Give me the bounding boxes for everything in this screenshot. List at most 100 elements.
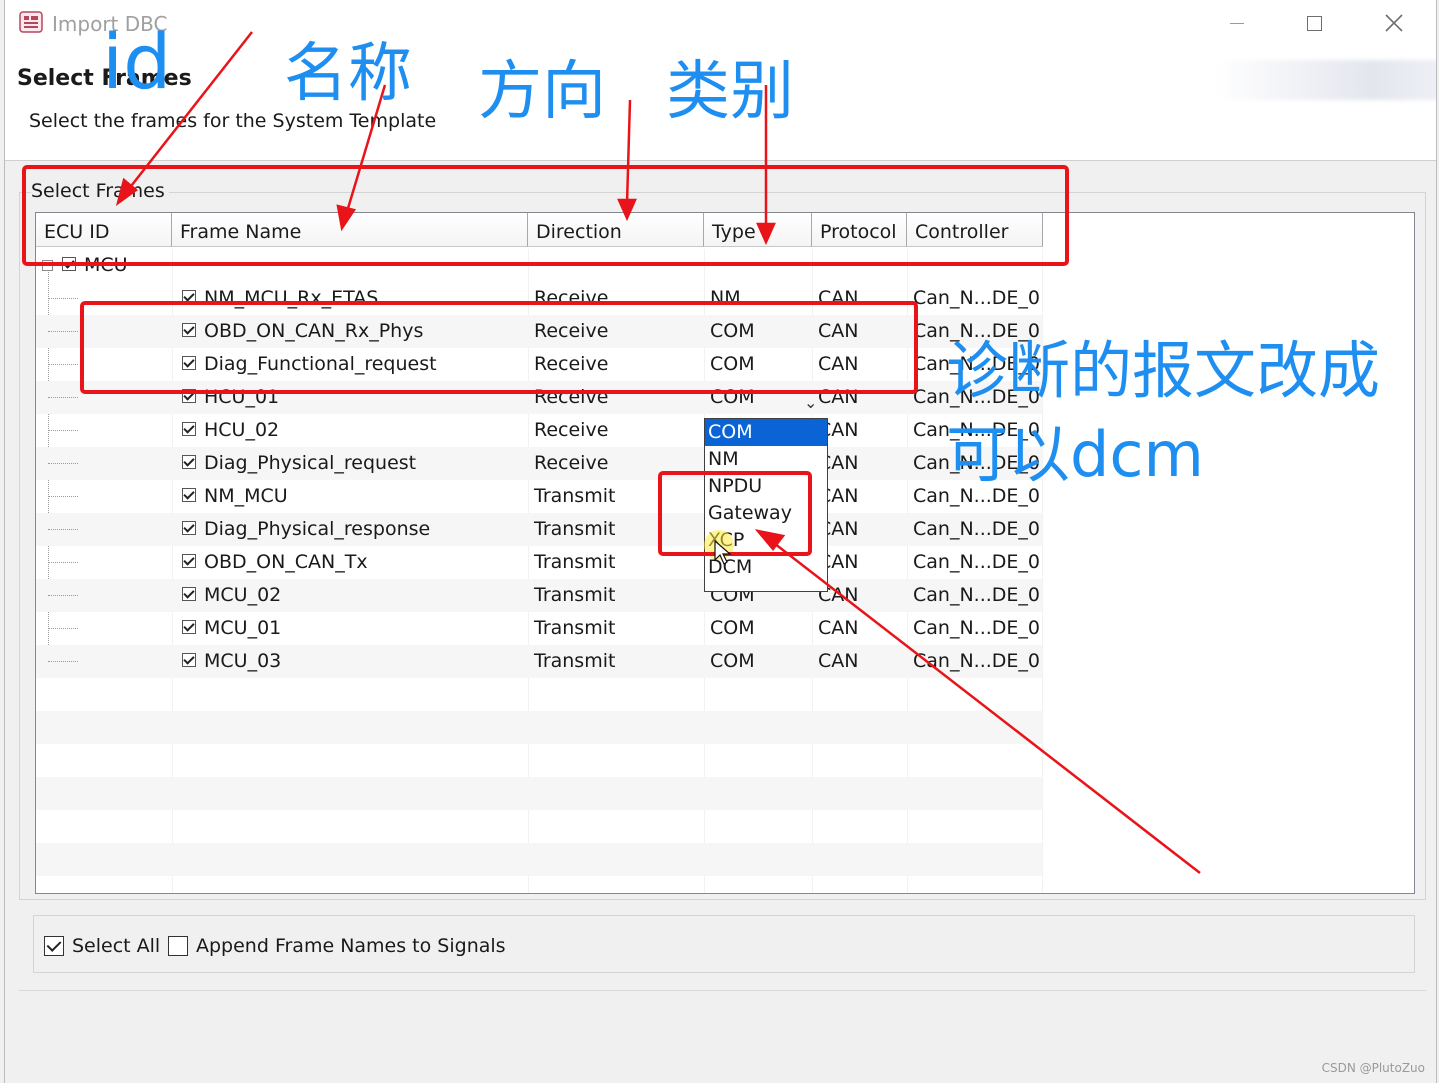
annotation-id: id bbox=[102, 17, 172, 106]
frame-protocol: CAN bbox=[818, 287, 859, 309]
append-frame-names-checkbox[interactable] bbox=[168, 936, 188, 956]
table-row[interactable]: OBD_ON_CAN_Tx Transmit COM CAN Can_N...D… bbox=[36, 546, 1042, 579]
empty-row bbox=[36, 678, 1042, 711]
dropdown-option-npdu[interactable]: NPDU bbox=[705, 473, 827, 500]
tree-connector bbox=[48, 529, 78, 530]
frame-name: Diag_Physical_request bbox=[204, 452, 417, 474]
ecu-id: MCU bbox=[84, 254, 128, 276]
frame-name: NM_MCU_Rx_ETAS bbox=[204, 287, 379, 309]
column-header-direction[interactable]: Direction bbox=[528, 213, 704, 247]
frame-direction: Transmit bbox=[534, 485, 616, 507]
dropdown-option-nm[interactable]: NM bbox=[705, 446, 827, 473]
frame-direction: Receive bbox=[534, 320, 609, 342]
frame-direction: Receive bbox=[534, 419, 609, 441]
table-row[interactable]: HCU_02 Receive COM CAN Can_N...DE_0 bbox=[36, 414, 1042, 447]
table-row[interactable]: OBD_ON_CAN_Rx_Phys Receive COM CAN Can_N… bbox=[36, 315, 1042, 348]
group-label: Select Frames bbox=[31, 180, 169, 202]
frame-checkbox[interactable] bbox=[182, 521, 196, 535]
frame-protocol: CAN bbox=[818, 320, 859, 342]
frame-protocol: CAN bbox=[818, 386, 859, 408]
table-row[interactable]: NM_MCU_Rx_ETAS Receive NM CAN Can_N...DE… bbox=[36, 282, 1042, 315]
table-row[interactable]: NM_MCU Transmit NM CAN Can_N...DE_0 bbox=[36, 480, 1042, 513]
column-header-controller[interactable]: Controller bbox=[907, 213, 1043, 247]
tree-connector bbox=[48, 661, 78, 662]
frame-type[interactable]: COM bbox=[710, 348, 755, 381]
frame-direction: Transmit bbox=[534, 584, 616, 606]
dropdown-option-com[interactable]: COM bbox=[705, 419, 827, 446]
frame-controller: Can_N...DE_0 bbox=[913, 650, 1041, 672]
frame-direction: Receive bbox=[534, 452, 609, 474]
frame-checkbox[interactable] bbox=[182, 587, 196, 601]
frame-checkbox[interactable] bbox=[182, 488, 196, 502]
tree-connector bbox=[48, 628, 78, 629]
frame-name: MCU_02 bbox=[204, 584, 282, 606]
frame-checkbox[interactable] bbox=[182, 389, 196, 403]
frame-checkbox[interactable] bbox=[182, 323, 196, 337]
frame-direction: Transmit bbox=[534, 551, 616, 573]
frame-type[interactable]: COM bbox=[710, 315, 755, 348]
frame-direction: Receive bbox=[534, 386, 609, 408]
ecu-checkbox[interactable] bbox=[62, 257, 76, 271]
minimize-button[interactable] bbox=[1215, 8, 1259, 38]
watermark: CSDN @PlutoZuo bbox=[1321, 1061, 1425, 1075]
annotation-name: 名称 bbox=[284, 37, 412, 111]
frame-checkbox[interactable] bbox=[182, 620, 196, 634]
page-subtitle: Select the frames for the System Templat… bbox=[29, 110, 437, 132]
select-all-checkbox[interactable] bbox=[44, 936, 64, 956]
empty-row bbox=[36, 711, 1042, 744]
column-header-ecu-id[interactable]: ECU ID bbox=[36, 213, 172, 247]
frame-checkbox[interactable] bbox=[182, 290, 196, 304]
frame-controller: Can_N...DE_0 bbox=[913, 518, 1041, 540]
app-icon bbox=[19, 11, 43, 33]
append-frame-names-label[interactable]: Append Frame Names to Signals bbox=[196, 935, 506, 957]
select-all-label[interactable]: Select All bbox=[72, 935, 160, 957]
tree-connector bbox=[48, 397, 78, 398]
frame-direction: Transmit bbox=[534, 617, 616, 639]
frame-name: MCU_01 bbox=[204, 617, 282, 639]
frame-checkbox[interactable] bbox=[182, 422, 196, 436]
table-row[interactable]: Diag_Physical_request Receive COM CAN Ca… bbox=[36, 447, 1042, 480]
frame-direction: Transmit bbox=[534, 650, 616, 672]
tree-connector bbox=[48, 463, 78, 464]
table-row[interactable]: Diag_Physical_response Transmit COM CAN … bbox=[36, 513, 1042, 546]
footer-divider bbox=[19, 990, 1426, 991]
annotation-note-line2: 可以dcm bbox=[946, 418, 1204, 491]
frame-checkbox[interactable] bbox=[182, 554, 196, 568]
minimize-icon bbox=[1230, 22, 1244, 24]
frame-name: Diag_Functional_request bbox=[204, 353, 437, 375]
table-row[interactable]: MCU_03 Transmit COM CAN Can_N...DE_0 bbox=[36, 645, 1042, 678]
table-row[interactable]: HCU_01 Receive COM CAN Can_N...DE_0 bbox=[36, 381, 1042, 414]
annotation-direction: 方向 bbox=[478, 55, 606, 129]
empty-row bbox=[36, 777, 1042, 810]
table-row[interactable]: MCU_01 Transmit COM CAN Can_N...DE_0 bbox=[36, 612, 1042, 645]
frame-name: OBD_ON_CAN_Rx_Phys bbox=[204, 320, 424, 342]
frame-type[interactable]: COM bbox=[710, 381, 755, 414]
frame-checkbox[interactable] bbox=[182, 455, 196, 469]
table-row[interactable]: Diag_Functional_request Receive COM CAN … bbox=[36, 348, 1042, 381]
close-button[interactable] bbox=[1372, 8, 1416, 38]
frame-controller: Can_N...DE_0 bbox=[913, 287, 1041, 309]
table-row[interactable]: MCU_02 Transmit COM CAN Can_N...DE_0 bbox=[36, 579, 1042, 612]
maximize-icon bbox=[1306, 15, 1322, 31]
chevron-down-icon[interactable]: ⌄ bbox=[804, 393, 817, 412]
frame-checkbox[interactable] bbox=[182, 356, 196, 370]
frame-name: NM_MCU bbox=[204, 485, 288, 507]
frame-type[interactable]: NM bbox=[710, 282, 741, 315]
frame-type[interactable]: COM bbox=[710, 645, 755, 678]
maximize-button[interactable] bbox=[1292, 8, 1336, 38]
column-header-frame-name[interactable]: Frame Name bbox=[172, 213, 528, 247]
frame-controller: Can_N...DE_0 bbox=[913, 617, 1041, 639]
frame-direction: Transmit bbox=[534, 518, 616, 540]
column-header-protocol[interactable]: Protocol bbox=[812, 213, 907, 247]
frame-protocol: CAN bbox=[818, 650, 859, 672]
dropdown-option-gateway[interactable]: Gateway bbox=[705, 500, 827, 527]
frame-checkbox[interactable] bbox=[182, 653, 196, 667]
table-header: ECU ID Frame Name Direction Type Protoco… bbox=[36, 213, 1414, 249]
annotation-note-line1: 诊断的报文改成 bbox=[946, 334, 1381, 407]
column-header-type[interactable]: Type bbox=[704, 213, 812, 247]
tree-connector bbox=[48, 562, 78, 563]
tree-connector bbox=[48, 364, 78, 365]
tree-root-row[interactable]: MCU bbox=[36, 249, 1042, 282]
frame-type[interactable]: COM bbox=[710, 612, 755, 645]
title-bar: Import DBC bbox=[5, 0, 1436, 46]
